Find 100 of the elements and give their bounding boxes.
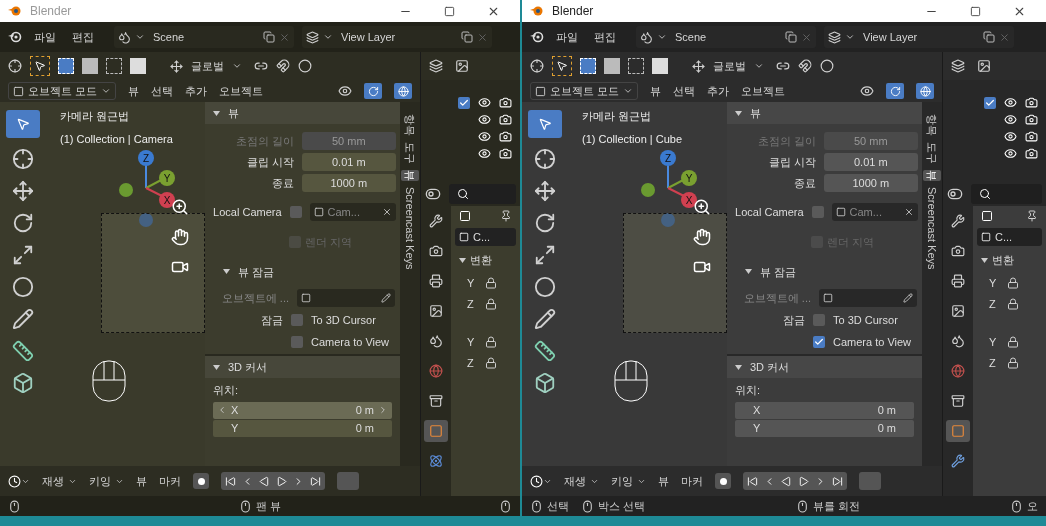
playback-controls[interactable] bbox=[743, 472, 847, 490]
add-cube-tool-icon[interactable] bbox=[534, 372, 556, 394]
disclosure-triangle-icon[interactable] bbox=[735, 109, 742, 117]
menu-item[interactable]: 마커 bbox=[159, 472, 181, 490]
lock-icon[interactable] bbox=[485, 357, 497, 370]
measure-tool-icon[interactable] bbox=[12, 340, 34, 362]
number-field[interactable]: Y 0 m bbox=[735, 419, 914, 437]
subpanel-title[interactable]: 뷰 잠금 bbox=[760, 263, 797, 280]
overlay-toggle-button[interactable] bbox=[394, 83, 412, 99]
sidebar-tab[interactable]: 도구 bbox=[401, 142, 419, 164]
menu-item[interactable]: 편집 bbox=[590, 28, 620, 46]
eye-icon[interactable] bbox=[478, 130, 491, 143]
lock-icon[interactable] bbox=[1007, 298, 1019, 311]
sidebar-tab[interactable]: Screencast Keys bbox=[401, 187, 419, 270]
link-icon[interactable] bbox=[776, 59, 790, 73]
panel-header[interactable]: 뷰 bbox=[205, 102, 400, 124]
hand-icon[interactable] bbox=[693, 228, 711, 246]
select-tool-button[interactable] bbox=[552, 56, 572, 76]
menu-item[interactable]: 뷰 bbox=[136, 472, 147, 490]
magnet-icon[interactable] bbox=[276, 59, 290, 73]
menu-dropdown[interactable]: 재생 bbox=[564, 472, 599, 490]
checkbox[interactable] bbox=[291, 314, 303, 327]
mode-dropdown[interactable]: 오브젝트 모드 bbox=[8, 81, 117, 101]
cursor-tool-icon[interactable] bbox=[12, 148, 34, 170]
camera-icon[interactable] bbox=[499, 147, 512, 160]
gizmo-toggle-button[interactable] bbox=[886, 83, 904, 99]
lock-icon[interactable] bbox=[485, 335, 497, 348]
lock-icon[interactable] bbox=[1007, 357, 1019, 370]
view-layer-selector[interactable]: View Layer bbox=[302, 26, 492, 48]
jump-end-icon[interactable] bbox=[310, 475, 321, 487]
menu-item[interactable]: 선택 bbox=[151, 82, 174, 100]
frame-field[interactable] bbox=[859, 472, 881, 490]
lock-icon[interactable] bbox=[1007, 276, 1019, 289]
orientation-dropdown[interactable]: 글로벌 bbox=[166, 57, 246, 75]
visibility-icon[interactable] bbox=[338, 84, 352, 98]
disclosure-triangle-icon[interactable] bbox=[981, 256, 988, 264]
view-layer-selector[interactable]: View Layer bbox=[824, 26, 1014, 48]
number-field[interactable]: X 0 m bbox=[735, 401, 914, 419]
eye-icon[interactable] bbox=[1004, 96, 1017, 109]
checkbox[interactable] bbox=[813, 335, 825, 348]
maximize-icon[interactable] bbox=[444, 5, 455, 17]
navigation-gizmo-drawing[interactable]: Z Y X bbox=[640, 148, 706, 228]
hand-icon[interactable] bbox=[171, 228, 189, 246]
cursor-tool-icon[interactable] bbox=[534, 148, 556, 170]
menu-dropdown[interactable]: 키잉 bbox=[611, 472, 646, 490]
checkbox[interactable] bbox=[458, 96, 470, 109]
move-tool-icon[interactable] bbox=[534, 180, 556, 202]
menu-item[interactable]: 오브젝트 bbox=[741, 82, 786, 100]
object-name-field[interactable]: C... bbox=[455, 228, 516, 246]
menu-item[interactable]: 뷰 bbox=[658, 472, 669, 490]
menu-item[interactable]: 선택 bbox=[673, 82, 696, 100]
object-field[interactable]: Cam... bbox=[831, 203, 918, 221]
panel-title[interactable]: 변환 bbox=[992, 252, 1014, 269]
rotate-tool-icon[interactable] bbox=[12, 212, 34, 234]
sidebar-tab[interactable]: 뷰 bbox=[923, 170, 941, 181]
sidebar-tab[interactable]: 뷰 bbox=[401, 170, 419, 181]
jump-end-icon[interactable] bbox=[832, 475, 843, 487]
eyedropper-icon[interactable] bbox=[903, 293, 913, 303]
camera-icon[interactable] bbox=[499, 96, 512, 109]
checkbox[interactable] bbox=[813, 314, 825, 327]
menu-item[interactable]: 뷰 bbox=[650, 82, 662, 100]
number-field[interactable]: 1000 m bbox=[823, 174, 918, 192]
overlay-toggle-button[interactable] bbox=[916, 83, 934, 99]
camera-icon[interactable] bbox=[499, 130, 512, 143]
play-icon[interactable] bbox=[276, 475, 287, 487]
maximize-icon[interactable] bbox=[970, 5, 981, 17]
play-icon[interactable] bbox=[798, 475, 809, 487]
scene-selector[interactable]: Scene bbox=[636, 26, 816, 48]
move-tool-icon[interactable] bbox=[12, 180, 34, 202]
copy-icon[interactable] bbox=[263, 31, 275, 43]
display-mode-icon[interactable] bbox=[951, 59, 965, 73]
eye-icon[interactable] bbox=[478, 113, 491, 126]
editor-type-dropdown[interactable] bbox=[530, 474, 552, 488]
eye-icon[interactable] bbox=[478, 96, 491, 109]
copy-icon[interactable] bbox=[983, 31, 995, 43]
number-field[interactable]: Y 0 m bbox=[213, 419, 392, 437]
toggle-icon[interactable] bbox=[947, 186, 963, 202]
eye-icon[interactable] bbox=[1004, 113, 1017, 126]
pin-icon[interactable] bbox=[500, 210, 512, 222]
lock-icon[interactable] bbox=[485, 298, 497, 311]
sidebar-tab[interactable]: 도구 bbox=[923, 142, 941, 164]
playback-controls[interactable] bbox=[221, 472, 325, 490]
menu-item[interactable]: 파일 bbox=[552, 28, 582, 46]
play-reverse-icon[interactable] bbox=[259, 475, 270, 487]
object-field[interactable] bbox=[819, 289, 917, 307]
camera-icon[interactable] bbox=[1025, 113, 1038, 126]
gizmo-toggle-button[interactable] bbox=[364, 83, 382, 99]
zoom-icon[interactable] bbox=[171, 198, 189, 216]
editor-type-dropdown[interactable] bbox=[8, 474, 30, 488]
scene-selector[interactable]: Scene bbox=[114, 26, 294, 48]
copy-icon[interactable] bbox=[461, 31, 473, 43]
navigation-gizmo-drawing[interactable]: Z Y X bbox=[118, 148, 184, 228]
menu-item[interactable]: 마커 bbox=[681, 472, 703, 490]
clear-icon[interactable] bbox=[904, 207, 914, 217]
sidebar-tab[interactable]: 항목 bbox=[401, 114, 419, 136]
annotate-tool-icon[interactable] bbox=[12, 308, 34, 330]
subpanel-title[interactable]: 뷰 잠금 bbox=[238, 263, 275, 280]
clear-icon[interactable] bbox=[382, 207, 392, 217]
eyedropper-icon[interactable] bbox=[381, 293, 391, 303]
panel-title[interactable]: 변환 bbox=[470, 252, 492, 269]
